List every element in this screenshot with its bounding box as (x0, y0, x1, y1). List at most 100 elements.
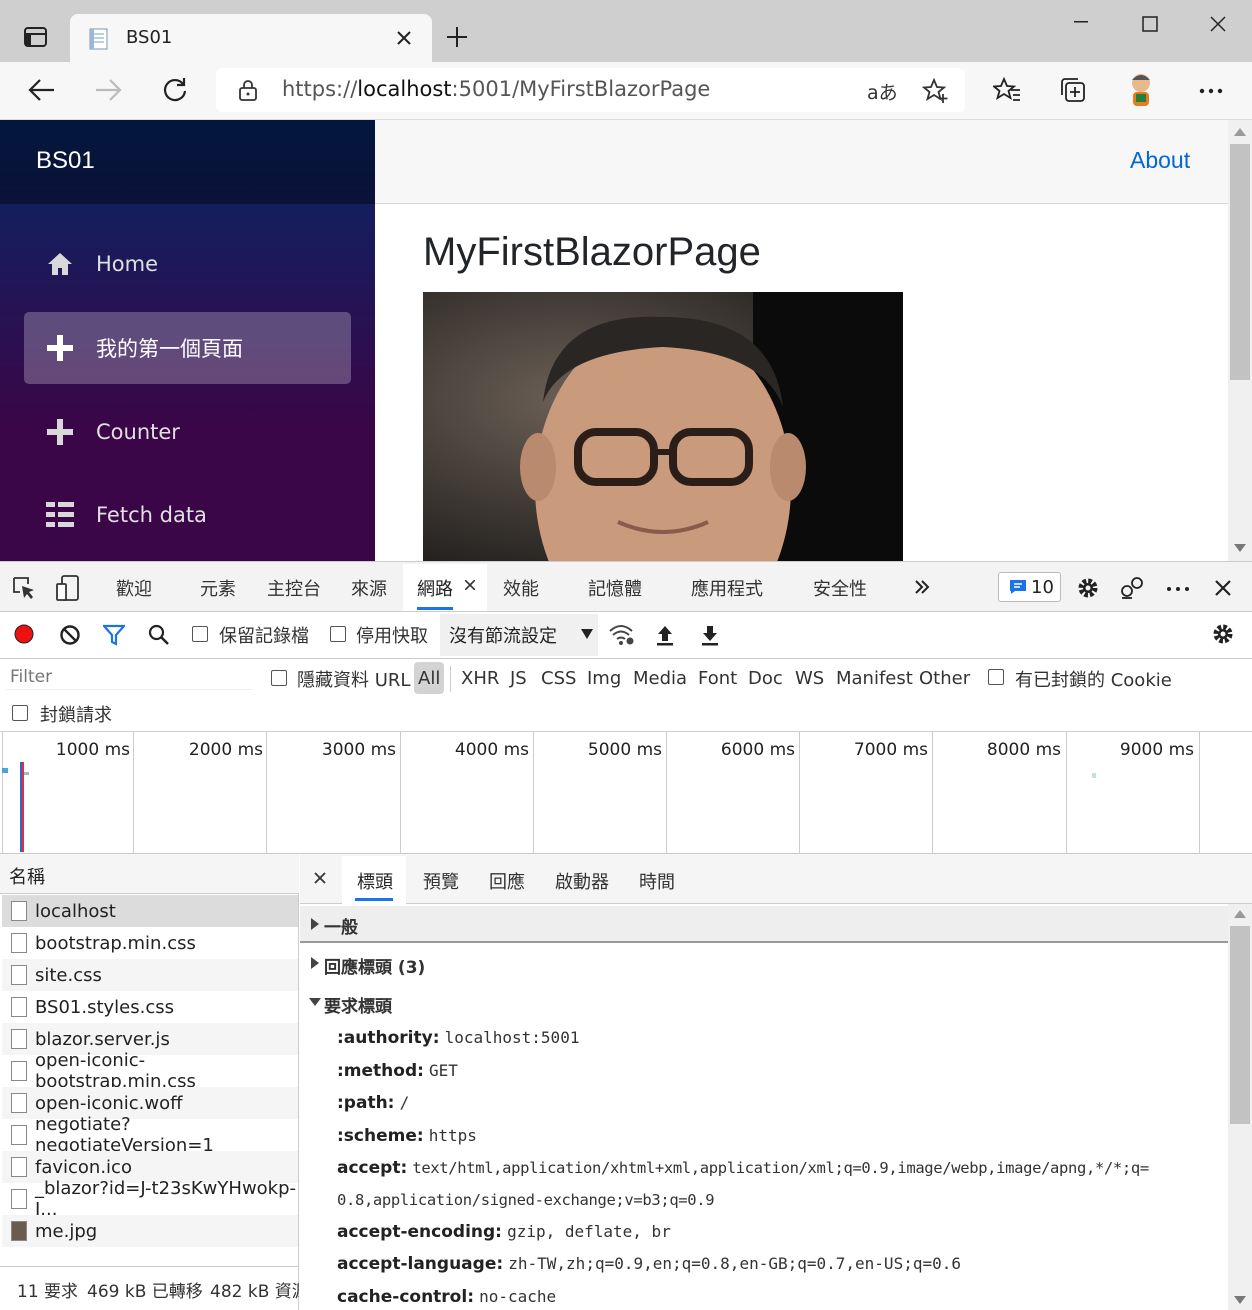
tab-response[interactable]: 回應 (489, 868, 525, 894)
scroll-up-icon[interactable] (1234, 128, 1246, 136)
header-key: accept: (337, 1158, 408, 1178)
filter-icon[interactable] (103, 624, 125, 646)
tab-title: BS01 (126, 27, 173, 48)
url-text[interactable]: https://localhost:5001/MyFirstBlazorPage (282, 77, 710, 101)
minimize-icon[interactable] (1074, 21, 1088, 23)
refresh-icon[interactable] (161, 76, 189, 104)
request-row[interactable]: bootstrap.min.css (2, 927, 298, 959)
issues-badge[interactable]: 10 (998, 572, 1061, 602)
tab-welcome[interactable]: 歡迎 (116, 575, 152, 601)
blocked-cookies-checkbox[interactable] (988, 669, 1004, 685)
page-scrollbar[interactable] (1228, 120, 1252, 561)
tab-headers[interactable]: 標頭 (342, 856, 406, 904)
preserve-log-checkbox[interactable] (192, 626, 208, 642)
filter-xhr[interactable]: XHR (461, 668, 499, 689)
lock-icon[interactable] (238, 79, 258, 101)
close-detail-icon[interactable] (314, 872, 326, 884)
brand-name[interactable]: BS01 (36, 147, 95, 175)
request-row[interactable]: localhost (2, 895, 298, 927)
add-favorite-icon[interactable] (922, 78, 950, 104)
tab-sources[interactable]: 來源 (351, 575, 387, 601)
nav-item-counter[interactable]: Counter (24, 396, 351, 468)
address-bar[interactable]: https://localhost:5001/MyFirstBlazorPage… (216, 68, 965, 112)
scroll-down-icon[interactable] (1234, 1296, 1246, 1304)
filter-js[interactable]: JS (510, 668, 527, 689)
request-headers-section[interactable]: 要求標頭 (300, 989, 1228, 1017)
tab-initiator[interactable]: 啟動器 (555, 868, 609, 894)
request-row[interactable]: site.css (2, 959, 298, 991)
scroll-up-icon[interactable] (1234, 910, 1246, 918)
more-options-icon[interactable] (1199, 88, 1223, 94)
filter-doc[interactable]: Doc (748, 668, 783, 689)
response-headers-section[interactable]: 回應標頭 (3) (300, 950, 1228, 978)
maximize-icon[interactable] (1142, 16, 1158, 32)
request-row[interactable]: open-iconic-bootstrap.min.css (2, 1050, 298, 1092)
tab-security[interactable]: 安全性 (813, 575, 867, 601)
inspect-element-icon[interactable] (12, 576, 36, 600)
filter-ws[interactable]: WS (795, 668, 824, 689)
tab-network[interactable]: 網路 (403, 564, 487, 611)
nav-item-my-first-page[interactable]: 我的第一個頁面 (24, 312, 351, 384)
collections-icon[interactable] (1060, 77, 1088, 103)
request-row[interactable]: me.jpg (2, 1215, 298, 1247)
forward-icon[interactable] (94, 78, 122, 102)
hide-data-urls-checkbox[interactable] (271, 670, 287, 686)
tab-actions-icon[interactable] (24, 26, 48, 48)
filter-other[interactable]: Other (919, 668, 970, 689)
search-icon[interactable] (148, 624, 170, 646)
request-row[interactable]: _blazor?id=J-t23sKwYHwokp-J... (2, 1178, 298, 1220)
blocked-requests-checkbox[interactable] (12, 705, 28, 721)
tab-console[interactable]: 主控台 (267, 575, 321, 601)
filter-manifest[interactable]: Manifest (836, 668, 913, 689)
request-row[interactable]: BS01.styles.css (2, 991, 298, 1023)
tab-performance[interactable]: 效能 (503, 575, 539, 601)
scroll-down-icon[interactable] (1234, 544, 1246, 552)
close-window-icon[interactable] (1210, 16, 1226, 32)
close-tab-icon[interactable] (396, 30, 412, 46)
filter-css[interactable]: CSS (541, 668, 576, 689)
favorites-icon[interactable] (993, 77, 1021, 103)
request-row[interactable]: negotiate?negotiateVersion=1 (2, 1114, 298, 1156)
scroll-thumb[interactable] (1230, 926, 1250, 1124)
customize-devtools-icon[interactable] (1120, 576, 1146, 600)
throttle-select[interactable]: 沒有節流設定 (440, 614, 598, 656)
filter-img[interactable]: Img (587, 668, 621, 689)
close-network-tab-icon[interactable] (465, 580, 475, 590)
clear-icon[interactable] (59, 624, 81, 646)
devtools-more-icon[interactable] (1166, 586, 1190, 592)
tab-elements[interactable]: 元素 (200, 575, 236, 601)
headers-scrollbar[interactable] (1228, 904, 1252, 1310)
back-icon[interactable] (28, 78, 56, 102)
import-har-icon[interactable] (656, 624, 674, 646)
profile-avatar[interactable] (1122, 70, 1160, 108)
filter-font[interactable]: Font (698, 668, 737, 689)
export-har-icon[interactable] (701, 624, 719, 646)
about-link[interactable]: About (1130, 147, 1190, 174)
filter-text-field[interactable] (6, 664, 252, 690)
tab-timing[interactable]: 時間 (639, 868, 675, 894)
network-settings-icon[interactable] (1211, 622, 1235, 646)
settings-gear-icon[interactable] (1076, 576, 1100, 600)
network-conditions-icon[interactable] (609, 624, 635, 646)
nav-item-fetch-data[interactable]: Fetch data (24, 479, 351, 551)
browser-tab[interactable]: BS01 (70, 14, 432, 62)
close-devtools-icon[interactable] (1215, 580, 1231, 596)
device-toolbar-icon[interactable] (56, 575, 80, 601)
read-aloud-icon[interactable]: aあ (867, 78, 898, 105)
filter-media[interactable]: Media (633, 668, 687, 689)
more-tabs-icon[interactable] (914, 579, 930, 595)
name-column-header[interactable]: 名稱 (0, 854, 299, 894)
tab-preview[interactable]: 預覽 (423, 868, 459, 894)
filter-input[interactable] (6, 664, 252, 690)
disable-cache-checkbox[interactable] (330, 626, 346, 642)
scroll-thumb[interactable] (1230, 144, 1250, 380)
filter-all[interactable]: All (418, 668, 440, 689)
tick-label: 3000 ms (321, 740, 396, 760)
tab-application[interactable]: 應用程式 (691, 575, 763, 601)
general-section-header[interactable]: 一般 (300, 906, 1228, 943)
record-icon[interactable] (13, 623, 35, 645)
nav-item-home[interactable]: Home (24, 228, 351, 300)
new-tab-icon[interactable] (446, 26, 468, 48)
nav-label: 我的第一個頁面 (96, 337, 243, 361)
tab-memory[interactable]: 記憶體 (588, 575, 642, 601)
